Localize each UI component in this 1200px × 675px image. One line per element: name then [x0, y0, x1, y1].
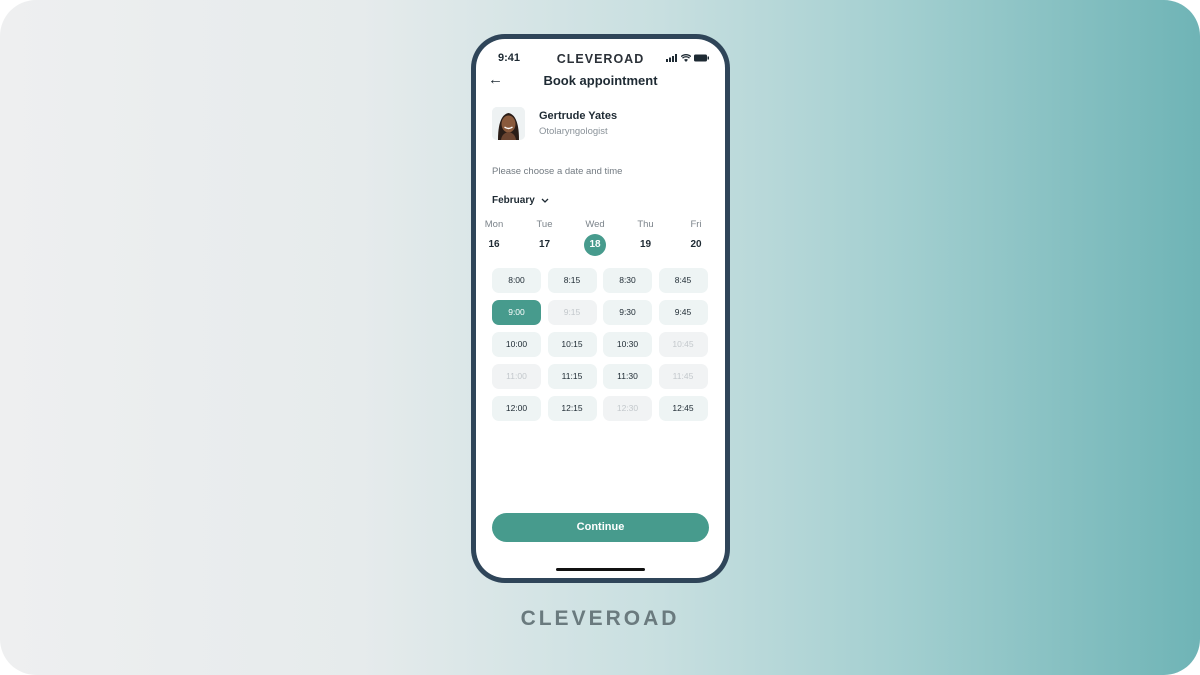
time-slot-10-00[interactable]: 10:00 — [492, 332, 541, 357]
status-bar: 9:41 CLEVEROAD — [476, 52, 725, 66]
month-selector[interactable]: February — [492, 195, 549, 206]
day-date: 17 — [538, 239, 551, 250]
time-slot-11-15[interactable]: 11:15 — [547, 364, 597, 389]
day-date: 16 — [488, 239, 500, 250]
wifi-icon — [681, 54, 691, 62]
time-slot-10-30[interactable]: 10:30 — [603, 332, 652, 357]
doctor-card: Gertrude Yates Otolaryngologist — [492, 107, 617, 140]
day-picker: Mon 16 Tue 17 Wed 18 Thu 19 Fri 20 — [485, 219, 713, 256]
day-wed[interactable]: Wed 18 — [580, 219, 610, 256]
day-name: Wed — [585, 219, 605, 230]
time-slot-9-00[interactable]: 9:00 — [492, 300, 541, 325]
background: 9:41 CLEVEROAD ← Book appointment Gertru… — [0, 0, 1200, 675]
signal-icon — [666, 54, 677, 62]
day-tue[interactable]: Tue 17 — [530, 219, 560, 256]
time-slot-12-15[interactable]: 12:15 — [547, 396, 597, 421]
time-slot-11-00: 11:00 — [492, 364, 541, 389]
day-name: Mon — [484, 219, 504, 230]
day-date: 19 — [639, 239, 652, 250]
day-mon[interactable]: Mon 16 — [479, 219, 509, 256]
day-name: Thu — [637, 219, 654, 230]
time-slot-9-45[interactable]: 9:45 — [658, 300, 708, 325]
doctor-name: Gertrude Yates — [539, 110, 618, 122]
day-thu[interactable]: Thu 19 — [631, 219, 661, 256]
battery-icon — [694, 54, 709, 62]
time-slot-9-30[interactable]: 9:30 — [603, 300, 652, 325]
footer-brand-logo: CLEVEROAD — [520, 607, 680, 630]
phone-screen: 9:41 CLEVEROAD ← Book appointment Gertru… — [476, 39, 725, 578]
chevron-down-icon — [541, 198, 549, 203]
day-date: 18 — [584, 234, 606, 256]
time-slot-8-45[interactable]: 8:45 — [658, 268, 708, 293]
time-slot-11-30[interactable]: 11:30 — [603, 364, 652, 389]
day-name: Fri — [690, 219, 702, 230]
avatar — [492, 107, 525, 140]
time-slot-11-45: 11:45 — [658, 364, 708, 389]
day-name: Tue — [536, 219, 553, 230]
phone-frame: 9:41 CLEVEROAD ← Book appointment Gertru… — [471, 34, 730, 583]
time-slot-9-15: 9:15 — [547, 300, 597, 325]
time-slot-12-00[interactable]: 12:00 — [492, 396, 541, 421]
time-slot-8-00[interactable]: 8:00 — [492, 268, 541, 293]
time-slot-8-30[interactable]: 8:30 — [603, 268, 652, 293]
header: ← Book appointment — [476, 71, 725, 91]
month-label: February — [492, 195, 535, 206]
time-slot-12-45[interactable]: 12:45 — [658, 396, 708, 421]
time-slot-10-45: 10:45 — [658, 332, 708, 357]
day-date: 20 — [690, 239, 702, 250]
home-indicator — [556, 568, 645, 571]
time-slot-12-30: 12:30 — [603, 396, 652, 421]
page-title: Book appointment — [543, 73, 658, 88]
doctor-specialty: Otolaryngologist — [539, 126, 608, 137]
time-slot-10-15[interactable]: 10:15 — [547, 332, 597, 357]
continue-button[interactable]: Continue — [492, 513, 709, 542]
time-slot-grid: 8:00 8:15 8:30 8:45 9:00 9:15 9:30 9:45 10:00 10:… — [492, 268, 708, 421]
time-slot-8-15[interactable]: 8:15 — [547, 268, 597, 293]
date-time-prompt: Please choose a date and time — [492, 166, 623, 177]
avatar-image — [492, 107, 525, 140]
day-fri[interactable]: Fri 20 — [681, 219, 711, 256]
